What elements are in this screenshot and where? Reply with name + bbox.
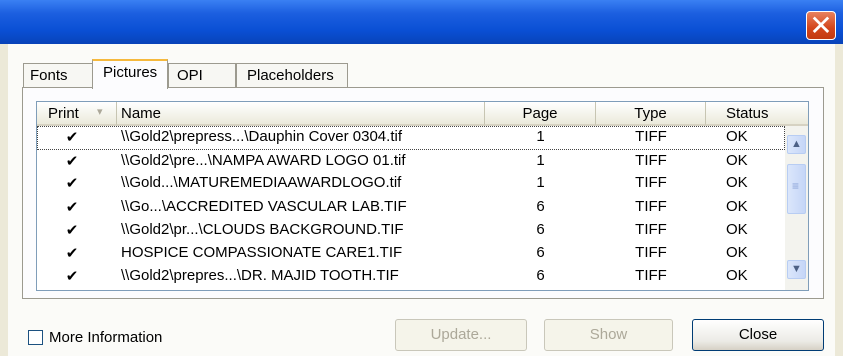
show-button[interactable]: Show — [544, 319, 673, 351]
row-status: OK — [726, 128, 748, 145]
row-status: OK — [726, 174, 748, 191]
scroll-down-button[interactable]: ▼ — [787, 260, 806, 279]
column-header-type-label: Type — [634, 105, 667, 122]
tab-opi[interactable]: OPI — [168, 63, 236, 87]
partial-row-check-icon: ✔ — [77, 288, 90, 290]
row-print-check-icon[interactable]: ✔ — [47, 267, 97, 285]
window-close-button[interactable]: ✕ — [806, 11, 836, 40]
table-row[interactable]: ✔ \\Gold2\pre...\NAMPA AWARD LOGO 01.tif 1… — [37, 150, 785, 174]
title-bar[interactable]: ✕ — [0, 0, 843, 44]
scroll-up-button[interactable]: ▲ — [787, 135, 806, 154]
row-type: TIFF — [635, 128, 667, 145]
column-header-name-label: Name — [121, 105, 162, 122]
row-type: TIFF — [635, 244, 667, 261]
table-row[interactable]: ✔ HOSPICE COMPASSIONATE CARE1.TIF 6 TIFF OK — [37, 242, 785, 266]
tab-fonts[interactable]: Fonts — [23, 63, 93, 87]
row-type: TIFF — [635, 152, 667, 169]
scroll-thumb[interactable]: ≡ — [787, 164, 806, 214]
tab-fonts-label: Fonts — [30, 67, 68, 84]
scroll-down-icon: ▼ — [791, 263, 802, 275]
update-button[interactable]: Update... — [395, 319, 527, 351]
table-row[interactable]: ✔ \\Gold2\prepres...\DR. MAJID TOOTH.TIF 6… — [37, 265, 785, 289]
table-row[interactable]: ✔ \\Gold2\pr...\CLOUDS BACKGROUND.TIF 6 TIF… — [37, 219, 785, 243]
row-page: 6 — [536, 244, 545, 261]
row-status: OK — [726, 198, 748, 215]
table-row[interactable]: ✔ \\Gold2\prepress...\Dauphin Cover 0304.… — [37, 126, 785, 150]
scroll-up-icon: ▲ — [791, 138, 802, 150]
tab-opi-label: OPI — [177, 67, 203, 84]
row-page: 1 — [536, 174, 545, 191]
row-type: TIFF — [635, 221, 667, 238]
row-page: 6 — [536, 221, 545, 238]
column-header-page[interactable]: Page — [485, 102, 596, 126]
row-name: HOSPICE COMPASSIONATE CARE1.TIF — [121, 244, 403, 261]
column-header-name[interactable]: Name — [117, 102, 485, 126]
close-button[interactable]: Close — [692, 319, 824, 351]
row-page: 1 — [536, 128, 545, 145]
table-row[interactable]: ✔ \\Go...\ACCREDITED VASCULAR LAB.TIF 6 TIF… — [37, 196, 785, 220]
show-button-label: Show — [589, 326, 628, 343]
close-icon: ✕ — [809, 9, 833, 42]
row-status: OK — [726, 221, 748, 238]
column-header-status-label: Status — [726, 105, 769, 122]
table-row[interactable]: ✔ \\Gold...\MATUREMEDIAAWARDLOGO.tif 1 TIFF… — [37, 172, 785, 196]
tab-pictures-label: Pictures — [103, 64, 158, 81]
row-name: \\Gold2\prepres...\DR. MAJID TOOTH.TIF — [121, 267, 399, 284]
more-information-label: More Information — [49, 329, 163, 346]
row-print-check-icon[interactable]: ✔ — [47, 221, 97, 239]
row-name: \\Gold2\pre...\NAMPA AWARD LOGO 01.tif — [121, 152, 406, 169]
row-type: TIFF — [635, 174, 667, 191]
column-header-page-label: Page — [522, 105, 558, 122]
row-name: \\Gold2\pr...\CLOUDS BACKGROUND.TIF — [121, 221, 404, 238]
update-button-label: Update... — [430, 326, 492, 343]
row-name: \\Gold2\prepress...\Dauphin Cover 0304.t… — [121, 128, 402, 145]
row-name: \\Go...\ACCREDITED VASCULAR LAB.TIF — [121, 198, 407, 215]
column-header-print[interactable]: Print ▾ — [37, 102, 117, 126]
row-print-check-icon[interactable]: ✔ — [47, 128, 97, 146]
tab-placeholders-label: Placeholders — [247, 67, 334, 84]
row-status: OK — [726, 152, 748, 169]
column-header-type[interactable]: Type — [596, 102, 706, 126]
scroll-grip-icon: ≡ — [792, 179, 800, 193]
row-print-check-icon[interactable]: ✔ — [47, 244, 97, 262]
row-name: \\Gold...\MATUREMEDIAAWARDLOGO.tif — [121, 174, 402, 191]
row-page: 6 — [536, 267, 545, 284]
pictures-list[interactable]: Print ▾ Name Page Type Status ✔ \\Gold2\p… — [36, 101, 809, 291]
close-button-label: Close — [738, 326, 778, 343]
row-type: TIFF — [635, 267, 667, 284]
row-page: 1 — [536, 152, 545, 169]
more-information-checkbox[interactable] — [28, 330, 43, 345]
row-type: TIFF — [635, 198, 667, 215]
row-print-check-icon[interactable]: ✔ — [47, 174, 97, 192]
vertical-scrollbar[interactable]: ▲ ≡ ▼ — [785, 126, 808, 290]
row-print-check-icon[interactable]: ✔ — [47, 198, 97, 216]
column-header-status[interactable]: Status — [706, 102, 808, 126]
row-status: OK — [726, 267, 748, 284]
tab-placeholders[interactable]: Placeholders — [236, 63, 348, 87]
tab-pictures[interactable]: Pictures — [92, 59, 168, 89]
sort-dropdown-icon[interactable]: ▾ — [97, 105, 103, 118]
row-print-check-icon[interactable]: ✔ — [47, 152, 97, 170]
row-status: OK — [726, 244, 748, 261]
row-page: 6 — [536, 198, 545, 215]
dialog-window: ✕ Fonts Pictures OPI Placeholders Print … — [0, 0, 843, 356]
column-header-print-label: Print — [48, 105, 79, 122]
